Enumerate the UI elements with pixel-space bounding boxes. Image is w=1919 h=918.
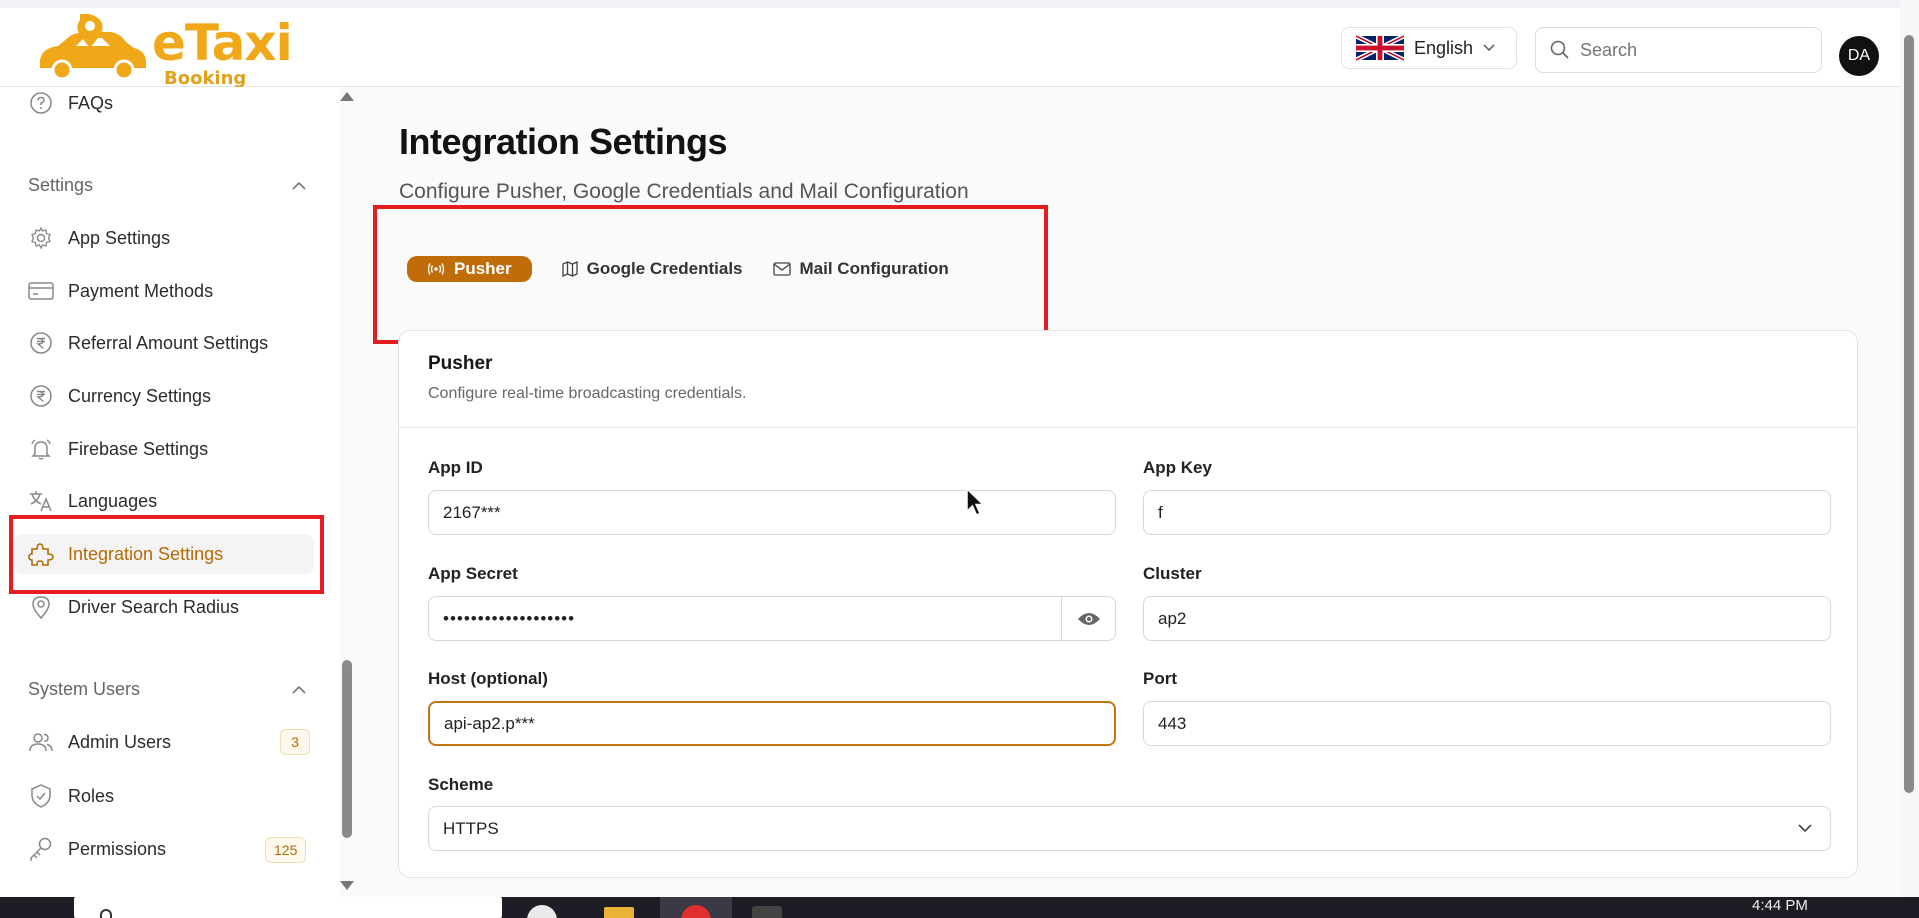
language-selector[interactable]: English — [1341, 27, 1517, 69]
sidebar-section-system-users[interactable]: System Users — [28, 679, 306, 700]
section-label: System Users — [28, 679, 141, 699]
app-secret-value: ••••••••••••••••••• — [443, 608, 576, 628]
sidebar-scroll-up-arrow[interactable] — [340, 92, 354, 101]
toggle-visibility-button[interactable] — [1061, 597, 1115, 640]
sidebar-item-app-settings[interactable]: App Settings — [28, 218, 318, 258]
uk-flag-icon — [1356, 35, 1404, 61]
app-secret-label: App Secret — [428, 564, 518, 583]
app-id-label: App ID — [428, 458, 483, 477]
etaxi-logo[interactable]: eTaxi Booking App — [32, 14, 293, 110]
bell-icon — [28, 436, 54, 462]
gear-icon — [28, 225, 54, 251]
rupee-circle-icon — [28, 330, 54, 356]
search-icon — [100, 909, 112, 918]
sidebar-section-settings[interactable]: Settings — [28, 175, 306, 196]
sidebar-item-label: Driver Search Radius — [68, 596, 240, 617]
admin-users-count-badge: 3 — [280, 729, 310, 755]
logo-text: eTaxi — [152, 14, 293, 72]
credit-card-icon — [28, 278, 54, 304]
app-id-input[interactable]: 2167*** — [428, 490, 1116, 535]
page-subtitle: Configure Pusher, Google Credentials and… — [399, 180, 969, 203]
sidebar-item-label: Firebase Settings — [68, 438, 209, 459]
sidebar-item-firebase-settings[interactable]: Firebase Settings — [28, 429, 318, 469]
page-title: Integration Settings — [399, 121, 728, 162]
shield-check-icon — [28, 783, 54, 809]
sidebar-scroll-down-arrow[interactable] — [340, 881, 354, 890]
chrome-icon[interactable] — [527, 897, 559, 918]
sidebar-item-driver-search-radius[interactable]: Driver Search Radius — [28, 587, 318, 627]
rupee-circle-icon — [28, 383, 54, 409]
app-secret-input[interactable]: ••••••••••••••••••• — [428, 596, 1116, 641]
permissions-count-badge: 125 — [265, 837, 307, 863]
search-box[interactable] — [1535, 27, 1822, 73]
sidebar-item-label: Permissions — [68, 838, 167, 859]
sidebar-item-label: Roles — [68, 785, 115, 806]
scheme-value: HTTPS — [443, 818, 499, 838]
translate-icon — [28, 488, 54, 514]
port-input[interactable]: 443 — [1143, 701, 1831, 746]
active-app-icon[interactable] — [660, 897, 732, 918]
sidebar-item-referral-amount-settings[interactable]: Referral Amount Settings — [28, 323, 318, 363]
cluster-input[interactable]: ap2 — [1143, 596, 1831, 641]
sidebar-item-label: Referral Amount Settings — [68, 332, 269, 353]
app-window: eTaxi Booking App English DA FAQ — [0, 0, 1919, 918]
language-label: English — [1414, 37, 1474, 58]
cluster-label: Cluster — [1143, 564, 1202, 583]
app-key-input[interactable]: f — [1143, 490, 1831, 535]
taskbar-clock: 4:44 PM — [1752, 897, 1808, 914]
sidebar-item-label: Languages — [68, 490, 158, 511]
sidebar-item-currency-settings[interactable]: Currency Settings — [28, 376, 318, 416]
chevron-down-icon — [1483, 44, 1495, 52]
host-input[interactable]: api-ap2.p*** — [428, 701, 1116, 746]
sidebar-item-roles[interactable]: Roles — [28, 776, 318, 816]
question-circle-icon — [28, 90, 54, 116]
sidebar-item-admin-users[interactable]: Admin Users — [28, 722, 318, 762]
sidebar-item-label: App Settings — [68, 227, 171, 248]
map-pin-icon — [28, 594, 54, 620]
app-key-label: App Key — [1143, 458, 1212, 477]
host-label: Host (optional) — [428, 669, 548, 688]
top-header: eTaxi Booking App English DA — [0, 0, 1900, 110]
port-label: Port — [1143, 669, 1177, 688]
sidebar-item-label: Currency Settings — [68, 385, 212, 406]
sidebar-item-label: FAQs — [68, 92, 114, 113]
os-taskbar: 4:44 PM — [0, 897, 1919, 918]
eye-icon — [1077, 612, 1100, 625]
scheme-label: Scheme — [428, 775, 494, 794]
card-title: Pusher — [428, 353, 493, 374]
taskbar-search-box[interactable] — [74, 897, 502, 918]
card-description: Configure real-time broadcasting credent… — [428, 385, 747, 402]
mouse-cursor-icon — [966, 488, 985, 516]
scheme-select[interactable]: HTTPS — [428, 806, 1831, 851]
folder-icon[interactable] — [604, 897, 636, 918]
highlight-box-tabs — [373, 205, 1048, 344]
search-icon — [1550, 40, 1569, 59]
page-scrollbar-thumb[interactable] — [1904, 35, 1914, 793]
chevron-up-icon — [292, 685, 306, 694]
chevron-up-icon — [292, 181, 306, 190]
sidebar-item-label: Payment Methods — [68, 280, 214, 301]
user-avatar[interactable]: DA — [1839, 36, 1879, 76]
users-icon — [28, 729, 54, 755]
taxi-car-icon — [40, 14, 146, 81]
sidebar-scrollbar-thumb[interactable] — [342, 660, 352, 838]
chevron-down-icon — [1798, 824, 1812, 833]
sidebar-item-label: Admin Users — [68, 731, 172, 752]
terminal-icon[interactable] — [752, 897, 784, 918]
card-header: Pusher Configure real-time broadcasting … — [399, 331, 1857, 428]
key-icon — [28, 836, 54, 862]
search-input[interactable] — [1580, 39, 1800, 61]
sidebar-item-payment-methods[interactable]: Payment Methods — [28, 271, 318, 311]
section-label: Settings — [28, 175, 94, 195]
pusher-settings-card: Pusher Configure real-time broadcasting … — [398, 330, 1858, 878]
sidebar-item-faqs[interactable]: FAQs — [28, 83, 318, 123]
highlight-box-sidebar — [9, 515, 324, 594]
